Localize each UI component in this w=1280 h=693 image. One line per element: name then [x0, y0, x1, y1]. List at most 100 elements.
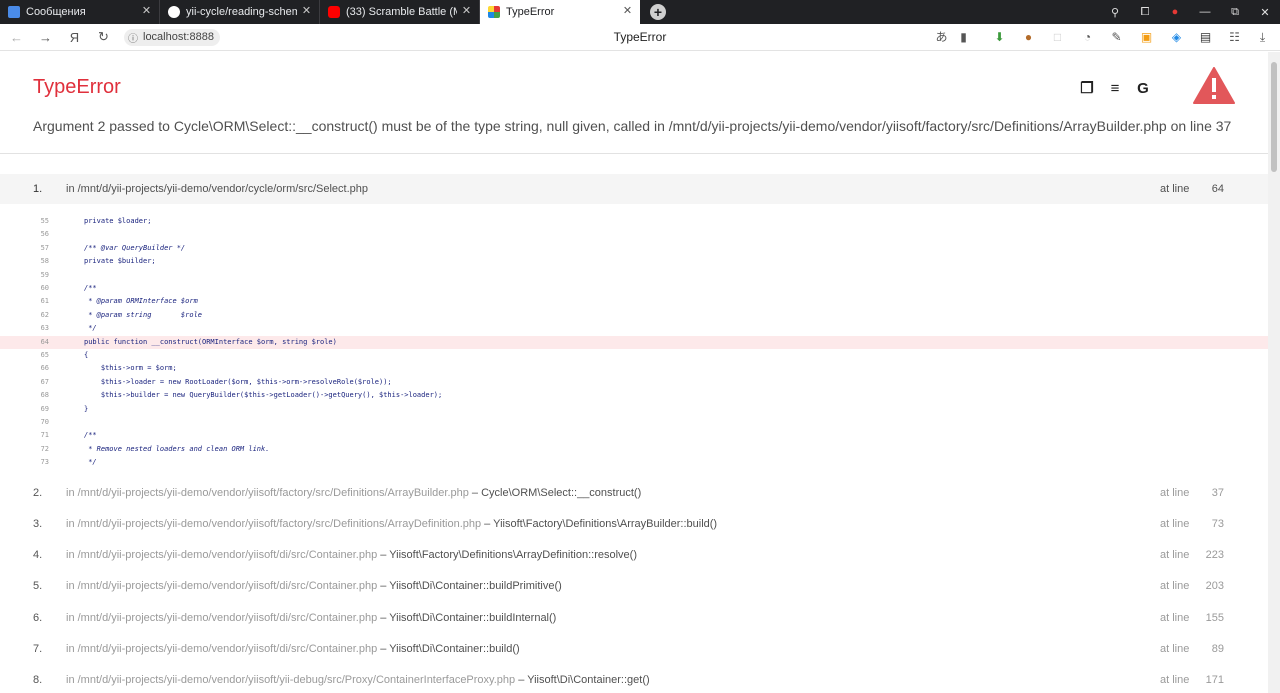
line-number: 58: [40, 257, 49, 266]
code-line: 55 private $loader;: [0, 215, 1268, 228]
stack-frame[interactable]: 2. in /mnt/d/yii-projects/yii-demo/vendor…: [0, 478, 1268, 508]
line-number: 66: [40, 364, 49, 373]
stack-frame[interactable]: 1. in /mnt/d/yii-projects/yii-demo/vendor…: [0, 174, 1268, 204]
stack-frame[interactable]: 3. in /mnt/d/yii-projects/yii-demo/vendor…: [0, 509, 1268, 539]
code-line: 60 /**: [0, 282, 1268, 295]
code-line: 66 $this->orm = $orm;: [0, 362, 1268, 375]
close-icon[interactable]: ✕: [460, 5, 473, 18]
scrollbar-thumb[interactable]: [1271, 62, 1277, 172]
timer-extension-icon[interactable]: ◔: [1079, 29, 1096, 46]
frame-method: – Cycle\ORM\Select::__construct(): [468, 487, 642, 499]
close-icon[interactable]: ✕: [140, 5, 153, 18]
github-icon: [168, 6, 180, 18]
code-text: * @param ORMInterface $orm: [84, 297, 198, 306]
stack-frame[interactable]: 7. in /mnt/d/yii-projects/yii-demo/vendor…: [0, 634, 1268, 664]
translate-icon[interactable]: あ: [933, 29, 950, 46]
tab-title: (33) Scramble Battle (MAIN :: [346, 6, 457, 18]
close-icon[interactable]: ✕: [300, 5, 313, 18]
cookie-extension-icon[interactable]: ●: [1020, 29, 1037, 46]
frame-path: in /mnt/d/yii-projects/yii-demo/vendor/y…: [66, 518, 717, 530]
frame-number: 5.: [33, 580, 43, 592]
frame-file: in /mnt/d/yii-projects/yii-demo/vendor/y…: [66, 643, 378, 655]
url-field[interactable]: ⓘ localhost:8888: [124, 28, 220, 46]
line-number: 63: [40, 324, 49, 333]
frame-file: in /mnt/d/yii-projects/yii-demo/vendor/y…: [66, 549, 378, 561]
extension-icon[interactable]: ▣: [1138, 29, 1155, 46]
reading-list-icon[interactable]: ☷: [1226, 29, 1243, 46]
frame-method: – Yiisoft\Di\Container::get(): [515, 674, 650, 686]
downloads-icon[interactable]: ⤓: [1254, 29, 1271, 46]
copy-icon[interactable]: ❐: [1078, 80, 1096, 98]
code-line: 61 * @param ORMInterface $orm: [0, 295, 1268, 308]
tab-title: yii-cycle/reading-schema.md: [186, 6, 297, 18]
frame-method: – Yiisoft\Factory\Definitions\ArrayBuild…: [481, 518, 718, 530]
stack-frame[interactable]: 4. in /mnt/d/yii-projects/yii-demo/vendor…: [0, 540, 1268, 570]
code-text: }: [84, 404, 89, 413]
stackoverflow-icon[interactable]: ≡: [1106, 80, 1124, 98]
warning-icon: [1193, 67, 1235, 104]
page-scrollbar[interactable]: [1268, 52, 1280, 693]
restore-button[interactable]: ⧉: [1220, 6, 1250, 19]
devtools-icon[interactable]: ▤: [1197, 29, 1214, 46]
frame-path: in /mnt/d/yii-projects/yii-demo/vendor/y…: [66, 580, 562, 592]
code-text: /**: [84, 431, 97, 440]
code-text: /**: [84, 284, 97, 292]
error-message: Argument 2 passed to Cycle\ORM\Select::_…: [33, 118, 1232, 134]
stack-frame[interactable]: 6. in /mnt/d/yii-projects/yii-demo/vendor…: [0, 603, 1268, 633]
stack-frame[interactable]: 8. in /mnt/d/yii-projects/yii-demo/vendor…: [0, 665, 1268, 693]
code-line: 69}: [0, 403, 1268, 416]
window-close-button[interactable]: ✕: [1250, 6, 1280, 19]
tab-youtube[interactable]: (33) Scramble Battle (MAIN : ✕: [320, 0, 480, 24]
code-text: /** @var QueryBuilder */: [84, 243, 186, 252]
tab-typeerror[interactable]: TypeError ✕: [480, 0, 640, 24]
line-number: 55: [40, 217, 49, 225]
tab-github[interactable]: yii-cycle/reading-schema.md ✕: [160, 0, 320, 24]
close-icon[interactable]: ✕: [621, 5, 634, 18]
site-info-icon[interactable]: ⓘ: [128, 30, 138, 45]
frame-line-number: 155: [1205, 612, 1224, 624]
reload-button[interactable]: ↻: [89, 29, 118, 45]
code-text: * Remove nested loaders and clean ORM li…: [84, 444, 270, 453]
code-text: {: [84, 351, 89, 359]
code-line: 56: [0, 228, 1268, 241]
code-line: 63 */: [0, 322, 1268, 335]
new-tab-button[interactable]: +: [650, 4, 666, 20]
frame-file: in /mnt/d/yii-projects/yii-demo/vendor/y…: [66, 487, 469, 499]
line-number: 62: [40, 310, 49, 319]
stack-frame[interactable]: 5. in /mnt/d/yii-projects/yii-demo/vendor…: [0, 571, 1268, 601]
yandex-button[interactable]: Я: [60, 30, 89, 45]
line-number: 67: [40, 377, 49, 386]
tab-messages[interactable]: Сообщения ✕: [0, 0, 160, 24]
code-text: $this->orm = $orm;: [84, 364, 177, 373]
frame-file: in /mnt/d/yii-projects/yii-demo/vendor/y…: [66, 612, 378, 624]
bookmark-icon[interactable]: ▮: [955, 29, 972, 46]
frame-line-number: 73: [1211, 518, 1224, 530]
frame-line-number: 203: [1205, 580, 1224, 592]
notifications-icon[interactable]: ●: [1160, 6, 1190, 18]
line-number: 57: [40, 243, 49, 252]
code-snippet: 55 private $loader; 56 57 /** @var QueryBuil…: [0, 207, 1268, 473]
code-text: private $builder;: [84, 257, 156, 266]
back-button[interactable]: ←: [2, 30, 31, 45]
eyedropper-icon[interactable]: ✎: [1108, 29, 1125, 46]
code-line: 72 * Remove nested loaders and clean ORM…: [0, 443, 1268, 456]
frame-file: in /mnt/d/yii-projects/yii-demo/vendor/c…: [66, 183, 368, 195]
frame-path: in /mnt/d/yii-projects/yii-demo/vendor/y…: [66, 674, 650, 686]
minimize-button[interactable]: —: [1190, 6, 1220, 18]
extension-icon[interactable]: □: [1049, 29, 1066, 46]
frame-number: 4.: [33, 549, 43, 561]
highlighted-code-line: 64 public function __construct(ORMInterfa…: [0, 335, 1268, 349]
frame-line-number: 89: [1211, 643, 1224, 655]
code-text: $this->loader = new RootLoader($orm, $th…: [84, 377, 392, 386]
frame-path: in /mnt/d/yii-projects/yii-demo/vendor/y…: [66, 487, 641, 499]
google-icon[interactable]: G: [1134, 80, 1152, 98]
line-number: 73: [40, 458, 49, 467]
code-text: public function __construct(ORMInterface…: [84, 337, 337, 346]
profile-icon[interactable]: ⚲: [1100, 6, 1130, 19]
forward-button[interactable]: →: [31, 30, 60, 45]
download-extension-icon[interactable]: ⬇: [991, 29, 1008, 46]
line-number: 59: [40, 270, 49, 279]
collections-icon[interactable]: ⧠: [1130, 6, 1160, 19]
code-line: 71 /**: [0, 429, 1268, 442]
extension-icon[interactable]: ◈: [1168, 29, 1185, 46]
